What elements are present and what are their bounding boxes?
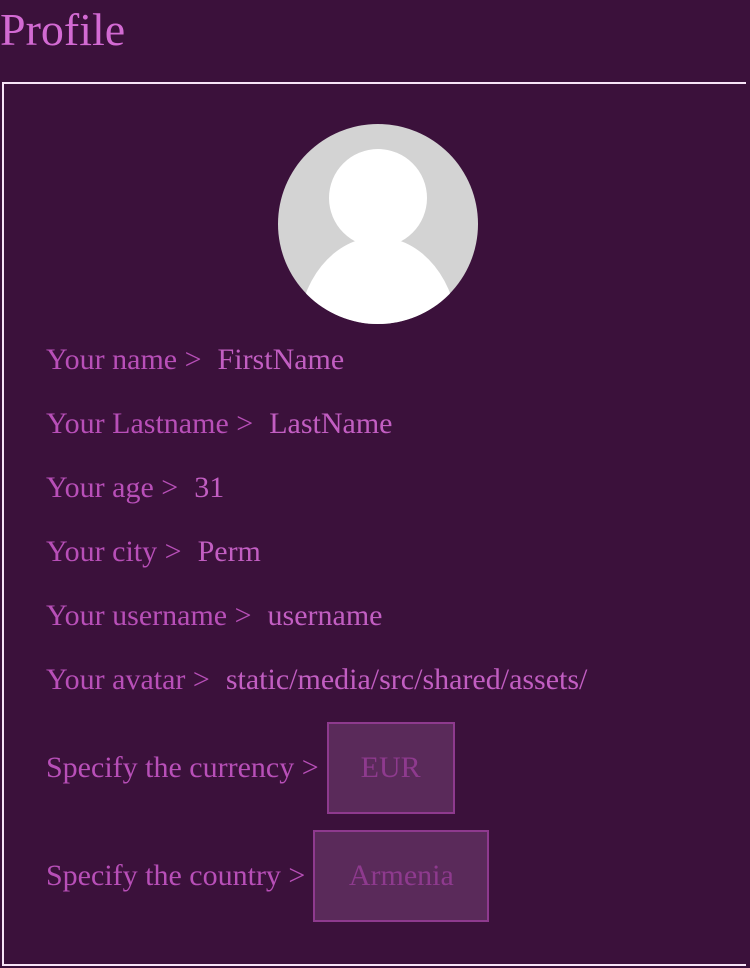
- avatar: [278, 124, 478, 324]
- currency-row: Specify the currency > EUR: [46, 722, 455, 814]
- lastname-value: LastName: [269, 407, 393, 440]
- page-title: Profile: [0, 4, 126, 55]
- age-value: 31: [194, 471, 225, 504]
- age-row: Your age > 31: [46, 468, 224, 508]
- user-avatar-icon: [298, 149, 458, 324]
- name-value: FirstName: [217, 343, 345, 376]
- age-label: Your age >: [46, 471, 179, 504]
- city-value: Perm: [197, 535, 261, 568]
- lastname-label: Your Lastname >: [46, 407, 254, 440]
- username-label: Your username >: [46, 599, 252, 632]
- avatar-path-value: static/media/src/shared/assets/: [225, 663, 588, 696]
- name-row: Your name > FirstName: [46, 340, 344, 380]
- avatar-label: Your avatar >: [46, 663, 210, 696]
- country-select[interactable]: Armenia: [313, 830, 490, 922]
- username-row: Your username > username: [46, 596, 382, 636]
- city-label: Your city >: [46, 535, 182, 568]
- currency-label: Specify the currency >: [46, 751, 319, 784]
- username-value: username: [267, 599, 383, 632]
- lastname-row: Your Lastname > LastName: [46, 404, 392, 444]
- country-label: Specify the country >: [46, 859, 306, 892]
- city-row: Your city > Perm: [46, 532, 261, 572]
- profile-card: Your name > FirstName Your Lastname > La…: [2, 82, 746, 966]
- currency-select[interactable]: EUR: [326, 722, 455, 814]
- avatar-row: Your avatar > static/media/src/shared/as…: [46, 660, 587, 700]
- name-label: Your name >: [46, 343, 202, 376]
- country-row: Specify the country > Armenia: [46, 830, 490, 922]
